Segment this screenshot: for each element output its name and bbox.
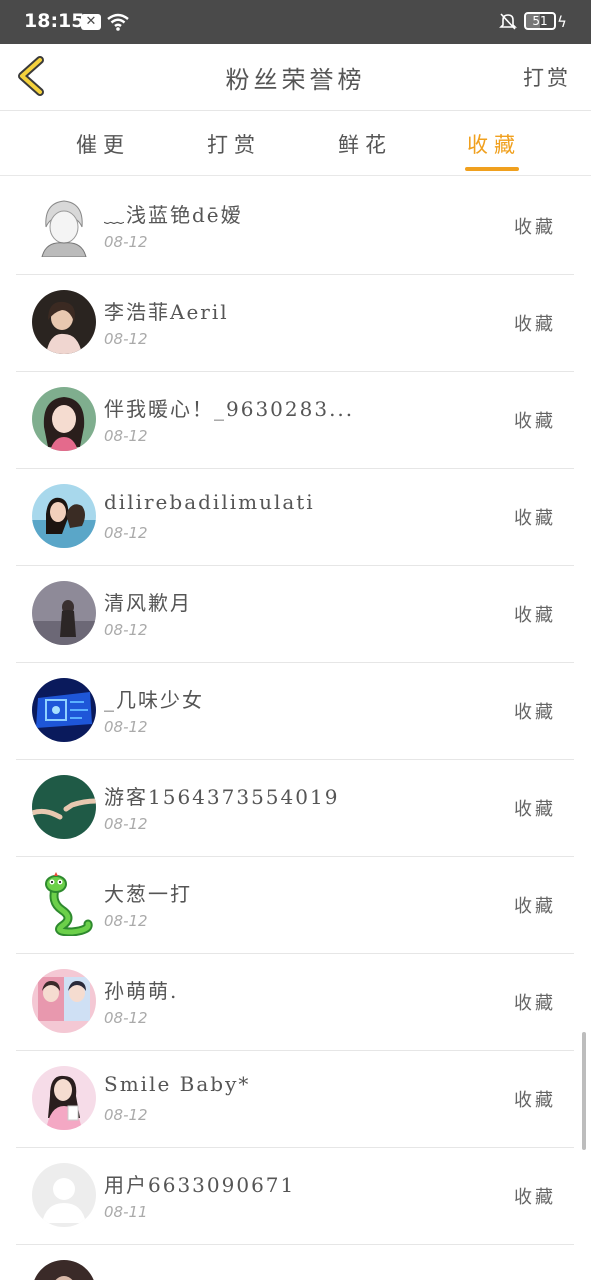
action-label: 收藏 [514,799,556,820]
user-name: Smile Baby* [104,1072,251,1096]
scrollbar[interactable] [582,1032,586,1150]
action-label: 收藏 [514,411,556,432]
date-label: 08-12 [104,1106,148,1124]
date-label: 08-12 [104,1009,148,1027]
date-label: 08-12 [104,330,148,348]
reward-button[interactable]: 打赏 [523,62,571,92]
notification-icon: ✕ [81,14,101,30]
top-app-bar: 粉丝荣誉榜 打赏 [0,44,591,111]
date-label: 08-12 [104,621,148,639]
page-title: 粉丝荣誉榜 [225,66,366,94]
date-label: 08-12 [104,233,148,251]
user-avatar[interactable] [32,1260,96,1280]
user-name: 大葱一打 [104,882,192,906]
fan-list: ﹏浅蓝铯dē嫒 08-12 收藏 李浩菲Aeril 08-12 收藏 伴我暖心！… [0,178,591,1280]
action-label: 收藏 [514,896,556,917]
list-item[interactable]: 大葱一打 08-12 收藏 [16,856,574,954]
action-label: 收藏 [514,605,556,626]
user-name: 清风歉月 [104,591,192,615]
user-name: dilirebadilimulati [104,490,315,514]
action-label: 收藏 [514,314,556,335]
list-item[interactable]: 孙萌萌. 08-12 收藏 [16,953,574,1051]
mute-bell-icon [499,13,517,30]
user-avatar[interactable] [32,290,96,354]
tab-flowers[interactable]: 鲜花 [338,129,392,159]
user-name: 游客1564373554019 [104,785,340,809]
tab-favorites[interactable]: 收藏 [467,129,521,159]
date-label: 08-12 [104,524,148,542]
charging-icon: ϟ [557,13,567,31]
list-item[interactable]: ﹏浅蓝铯dē嫒 08-12 收藏 [16,178,574,275]
date-label: 08-12 [104,815,148,833]
list-item[interactable]: dilirebadilimulati 08-12 收藏 [16,468,574,566]
list-item[interactable]: 李浩菲Aeril 08-12 收藏 [16,274,574,372]
tab-reward[interactable]: 打赏 [207,129,261,159]
action-label: 收藏 [514,993,556,1014]
date-label: 08-11 [104,1203,148,1221]
user-avatar[interactable] [32,387,96,451]
tab-bar: 催更 打赏 鲜花 收藏 [0,111,591,176]
user-avatar[interactable] [32,872,96,936]
user-avatar[interactable] [32,484,96,548]
wifi-icon [107,13,129,31]
list-item[interactable]: 用户6633090671 08-11 收藏 [16,1147,574,1245]
date-label: 08-12 [104,718,148,736]
battery-icon: 51 [524,12,556,30]
list-item[interactable]: 清风歉月 08-12 收藏 [16,565,574,663]
default-avatar-icon[interactable] [32,1163,96,1227]
list-item[interactable] [16,1244,574,1280]
user-name: 孙萌萌. [104,979,179,1003]
action-label: 收藏 [514,508,556,529]
user-avatar[interactable] [32,775,96,839]
user-avatar[interactable] [32,678,96,742]
user-name: 李浩菲Aeril [104,300,229,324]
date-label: 08-12 [104,912,148,930]
active-tab-indicator [465,167,519,171]
user-avatar[interactable] [32,1066,96,1130]
user-name: 用户6633090671 [104,1173,296,1197]
list-item[interactable]: 游客1564373554019 08-12 收藏 [16,759,574,857]
user-name: ﹏浅蓝铯dē嫒 [104,203,243,227]
status-bar: 18:15 ✕ 51 ϟ [0,0,591,44]
list-item[interactable]: _几味少女 08-12 收藏 [16,662,574,760]
action-label: 收藏 [514,1090,556,1111]
battery-level: 51 [532,14,548,28]
list-item[interactable]: Smile Baby* 08-12 收藏 [16,1050,574,1148]
action-label: 收藏 [514,702,556,723]
tab-urge[interactable]: 催更 [76,129,130,159]
action-label: 收藏 [514,1187,556,1208]
status-time: 18:15 [24,10,85,32]
user-name: 伴我暖心！_9630283... [104,397,355,421]
user-avatar[interactable] [32,969,96,1033]
user-name: _几味少女 [104,688,204,712]
user-avatar[interactable] [32,581,96,645]
user-avatar[interactable] [32,193,96,257]
action-label: 收藏 [514,217,556,238]
date-label: 08-12 [104,427,148,445]
list-item[interactable]: 伴我暖心！_9630283... 08-12 收藏 [16,371,574,469]
